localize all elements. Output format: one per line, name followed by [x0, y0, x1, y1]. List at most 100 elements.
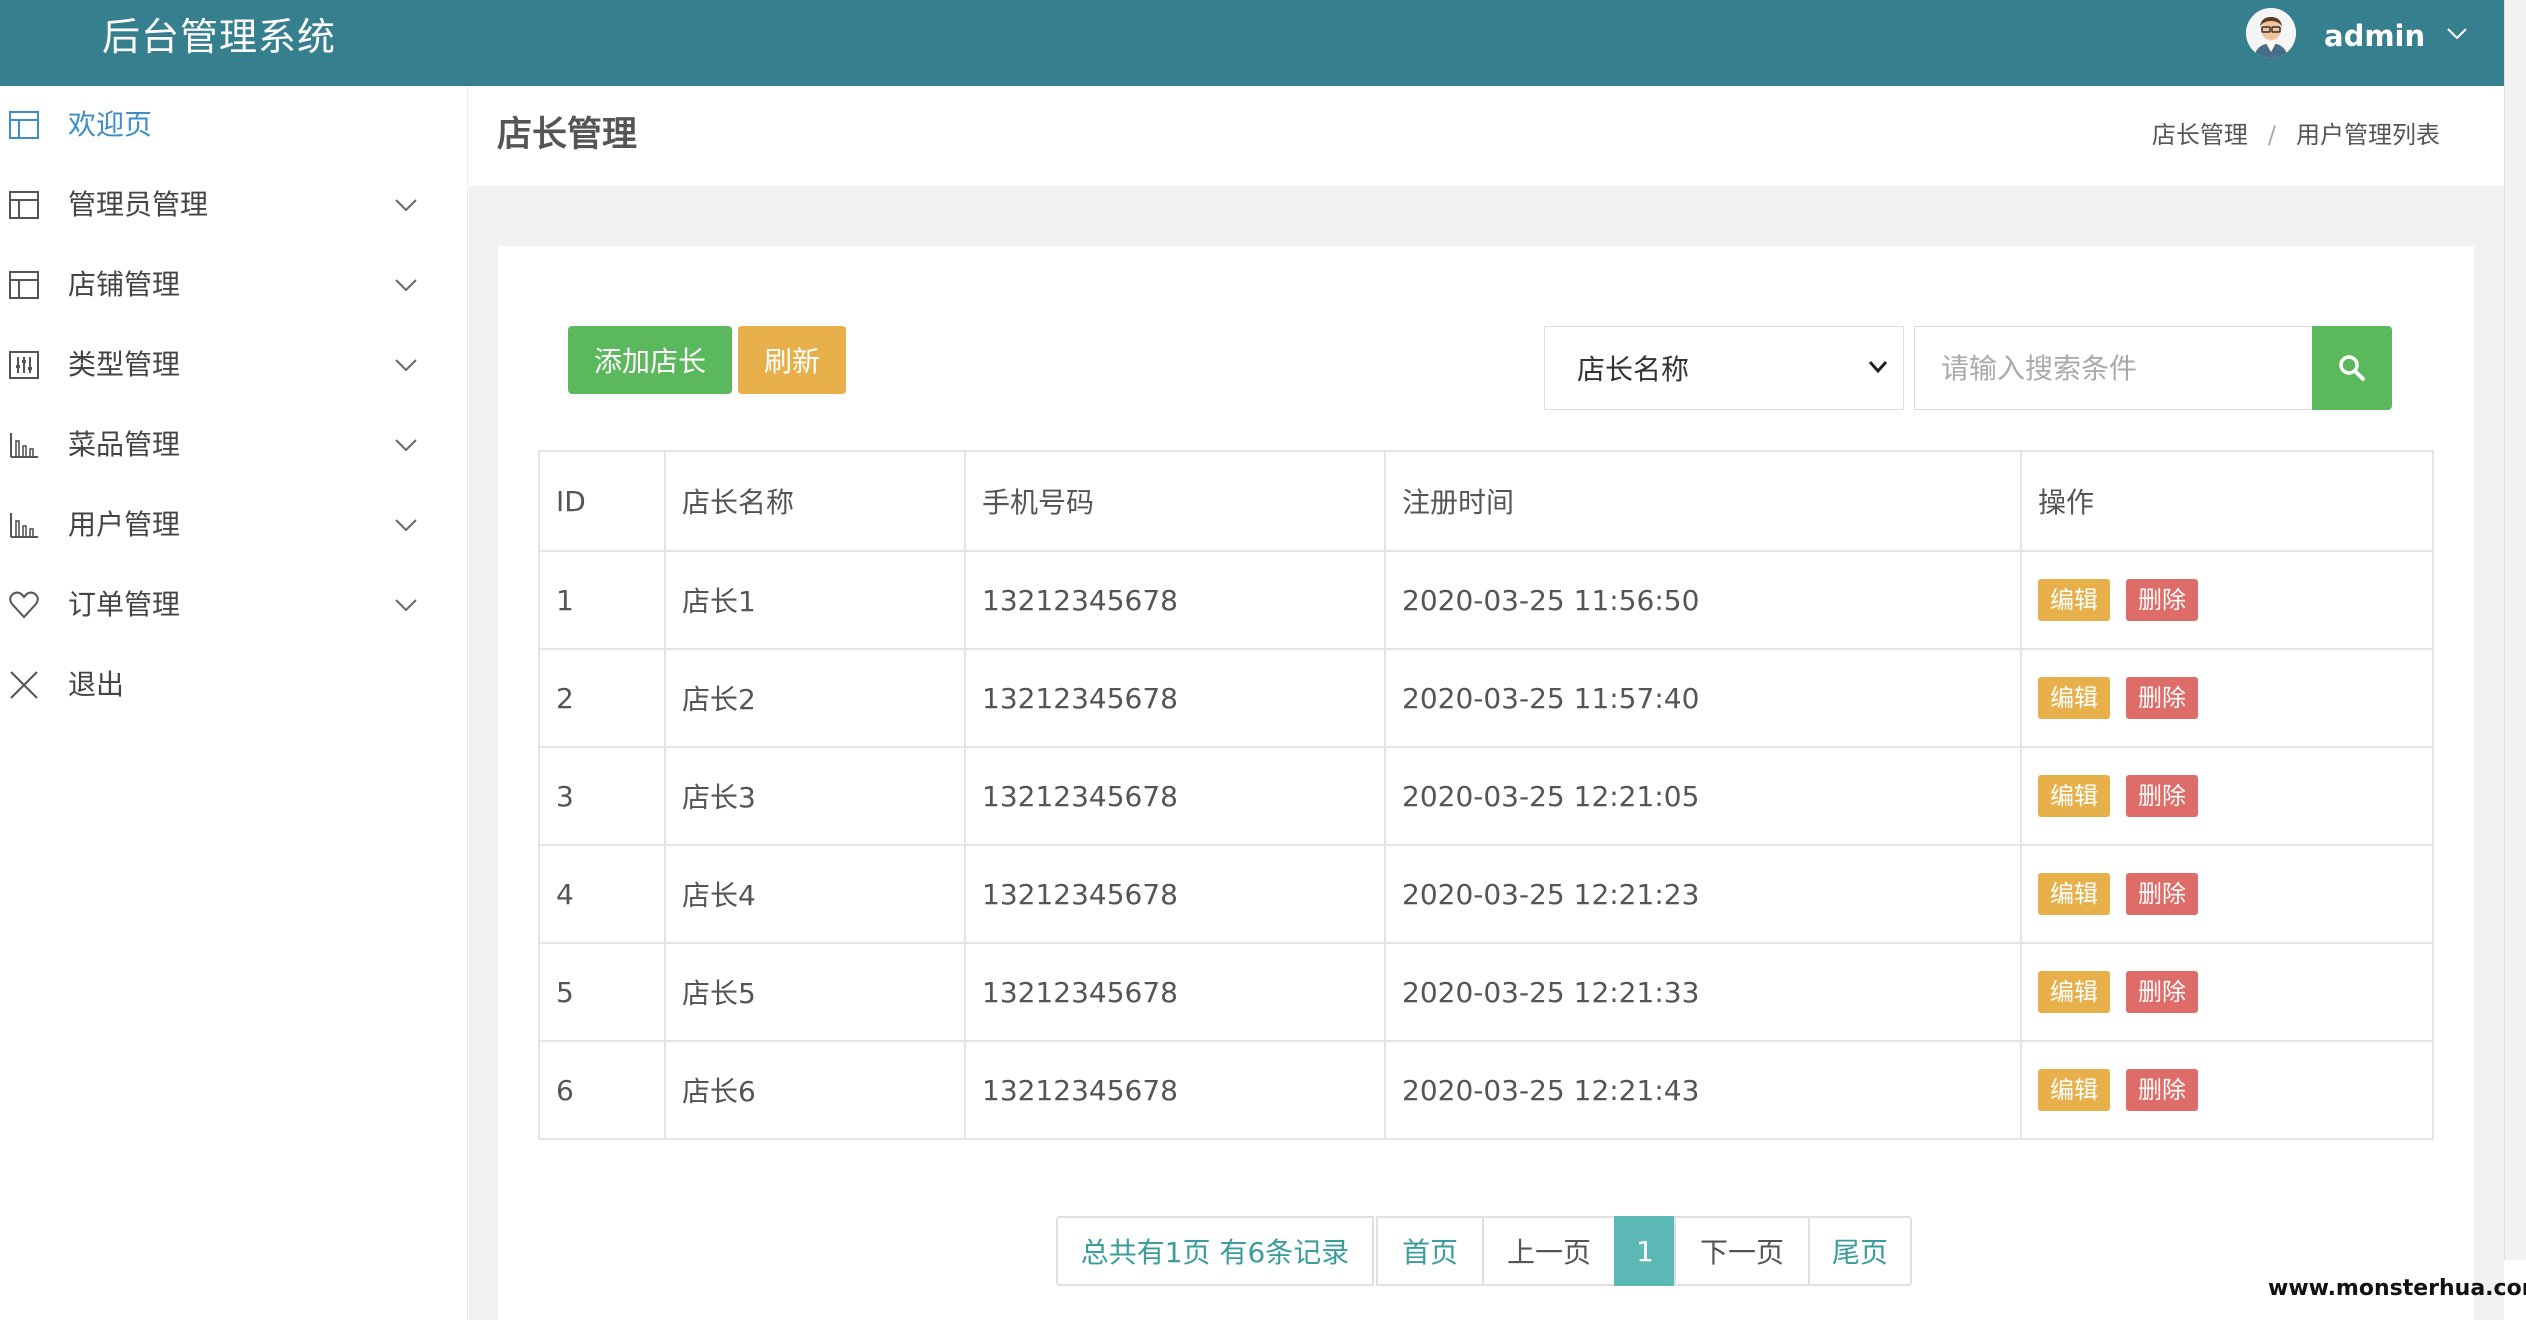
cell-phone: 13212345678 [964, 942, 1386, 1042]
sidebar-item-dish[interactable]: 菜品管理 [0, 410, 468, 480]
sidebar-item-label: 退出 [68, 668, 125, 701]
cell-name: 店长2 [664, 648, 966, 748]
chevron-down-icon[interactable] [2446, 26, 2468, 42]
column-header-id: ID [538, 450, 666, 552]
sidebar-item-order[interactable]: 订单管理 [0, 570, 468, 640]
table-row: 1 店长1 13212345678 2020-03-25 11:56:50 编辑… [538, 550, 2434, 650]
column-header-phone: 手机号码 [964, 450, 1386, 552]
sidebar-item-label: 菜品管理 [68, 428, 181, 461]
delete-button[interactable]: 删除 [2126, 677, 2198, 719]
search-icon [2339, 355, 2365, 381]
sidebar-item-label: 类型管理 [68, 348, 181, 381]
column-header-name: 店长名称 [664, 450, 966, 552]
page-title: 店长管理 [497, 115, 638, 155]
cell-phone: 13212345678 [964, 1040, 1386, 1140]
edit-button[interactable]: 编辑 [2038, 775, 2110, 817]
cell-time: 2020-03-25 12:21:23 [1384, 844, 2022, 944]
sidebar-item-shop[interactable]: 店铺管理 [0, 250, 468, 320]
cell-id: 6 [538, 1040, 666, 1140]
current-page[interactable]: 1 [1614, 1216, 1676, 1286]
cell-time: 2020-03-25 12:21:43 [1384, 1040, 2022, 1140]
edit-button[interactable]: 编辑 [2038, 873, 2110, 915]
app-title: 后台管理系统 [102, 15, 337, 59]
sidebar-item-label: 订单管理 [68, 588, 181, 621]
user-avatar[interactable] [2246, 8, 2296, 58]
breadcrumb-item[interactable]: 店长管理 [2152, 118, 2248, 152]
layout-icon [9, 271, 39, 299]
edit-button[interactable]: 编辑 [2038, 971, 2110, 1013]
add-manager-button[interactable]: 添加店长 [568, 326, 732, 394]
cell-actions: 编辑 删除 [2020, 942, 2434, 1042]
cell-actions: 编辑 删除 [2020, 1040, 2434, 1140]
layout-icon [9, 111, 39, 139]
cell-actions: 编辑 删除 [2020, 746, 2434, 846]
heart-icon [9, 591, 39, 619]
cell-phone: 13212345678 [964, 648, 1386, 748]
pagination-info: 总共有1页 有6条记录 [1056, 1216, 1374, 1286]
page-header: 店长管理 店长管理 / 用户管理列表 [469, 86, 2504, 186]
cell-id: 4 [538, 844, 666, 944]
close-icon [10, 671, 38, 699]
top-header-bar: 后台管理系统 admin [0, 0, 2504, 86]
search-input[interactable] [1914, 326, 2314, 410]
bar-chart-icon [10, 433, 38, 458]
chevron-down-icon [395, 599, 417, 612]
sidebar-item-admin[interactable]: 管理员管理 [0, 170, 468, 240]
cell-id: 3 [538, 746, 666, 846]
cell-name: 店长1 [664, 550, 966, 650]
watermark: www.monsterhua.com [2268, 1276, 2526, 1301]
table-row: 3 店长3 13212345678 2020-03-25 12:21:05 编辑… [538, 746, 2434, 846]
sidebar-item-type[interactable]: 类型管理 [0, 330, 468, 400]
column-header-time: 注册时间 [1384, 450, 2022, 552]
delete-button[interactable]: 删除 [2126, 971, 2198, 1013]
delete-button[interactable]: 删除 [2126, 1069, 2198, 1111]
cell-name: 店长5 [664, 942, 966, 1042]
edit-button[interactable]: 编辑 [2038, 579, 2110, 621]
cell-id: 1 [538, 550, 666, 650]
delete-button[interactable]: 删除 [2126, 775, 2198, 817]
table-row: 6 店长6 13212345678 2020-03-25 12:21:43 编辑… [538, 1040, 2434, 1140]
breadcrumb: 店长管理 / 用户管理列表 [2152, 118, 2440, 152]
next-page-button[interactable]: 下一页 [1674, 1216, 1810, 1286]
last-page-button[interactable]: 尾页 [1808, 1216, 1912, 1286]
search-field-select[interactable]: 店长名称 [1544, 326, 1904, 410]
pagination: 总共有1页 有6条记录 首页 上一页 1 下一页 尾页 [1056, 1216, 1912, 1286]
layout-icon [9, 191, 39, 219]
search-button[interactable] [2312, 326, 2392, 410]
edit-button[interactable]: 编辑 [2038, 677, 2110, 719]
prev-page-button[interactable]: 上一页 [1482, 1216, 1616, 1286]
chevron-down-icon [395, 439, 417, 452]
column-header-actions: 操作 [2020, 450, 2434, 552]
cell-id: 2 [538, 648, 666, 748]
cell-time: 2020-03-25 11:56:50 [1384, 550, 2022, 650]
chevron-down-icon [395, 279, 417, 292]
cell-name: 店长6 [664, 1040, 966, 1140]
sidebar-item-logout[interactable]: 退出 [0, 650, 468, 720]
refresh-button[interactable]: 刷新 [738, 326, 846, 394]
chevron-down-icon [395, 199, 417, 212]
search-field-selected: 店长名称 [1577, 353, 1690, 386]
sidebar-item-user[interactable]: 用户管理 [0, 490, 468, 560]
cell-actions: 编辑 删除 [2020, 648, 2434, 748]
sidebar-item-label: 管理员管理 [68, 188, 209, 221]
chevron-down-icon [395, 519, 417, 532]
window-edge [2504, 0, 2526, 1260]
cell-actions: 编辑 删除 [2020, 844, 2434, 944]
bar-chart-icon [10, 513, 38, 538]
first-page-button[interactable]: 首页 [1376, 1216, 1484, 1286]
delete-button[interactable]: 删除 [2126, 873, 2198, 915]
delete-button[interactable]: 删除 [2126, 579, 2198, 621]
table-row: 4 店长4 13212345678 2020-03-25 12:21:23 编辑… [538, 844, 2434, 944]
cell-actions: 编辑 删除 [2020, 550, 2434, 650]
cell-phone: 13212345678 [964, 844, 1386, 944]
cell-name: 店长4 [664, 844, 966, 944]
user-name[interactable]: admin [2324, 16, 2425, 56]
chevron-down-icon [395, 359, 417, 372]
sliders-icon [9, 351, 39, 379]
breadcrumb-separator: / [2267, 121, 2276, 149]
cell-phone: 13212345678 [964, 746, 1386, 846]
sidebar-item-label: 店铺管理 [68, 268, 181, 301]
sidebar: 欢迎页 管理员管理 店铺管理 类型管理 菜品管理 用户管理 订单管理 退出 [0, 86, 468, 1320]
edit-button[interactable]: 编辑 [2038, 1069, 2110, 1111]
sidebar-item-welcome[interactable]: 欢迎页 [0, 90, 468, 160]
